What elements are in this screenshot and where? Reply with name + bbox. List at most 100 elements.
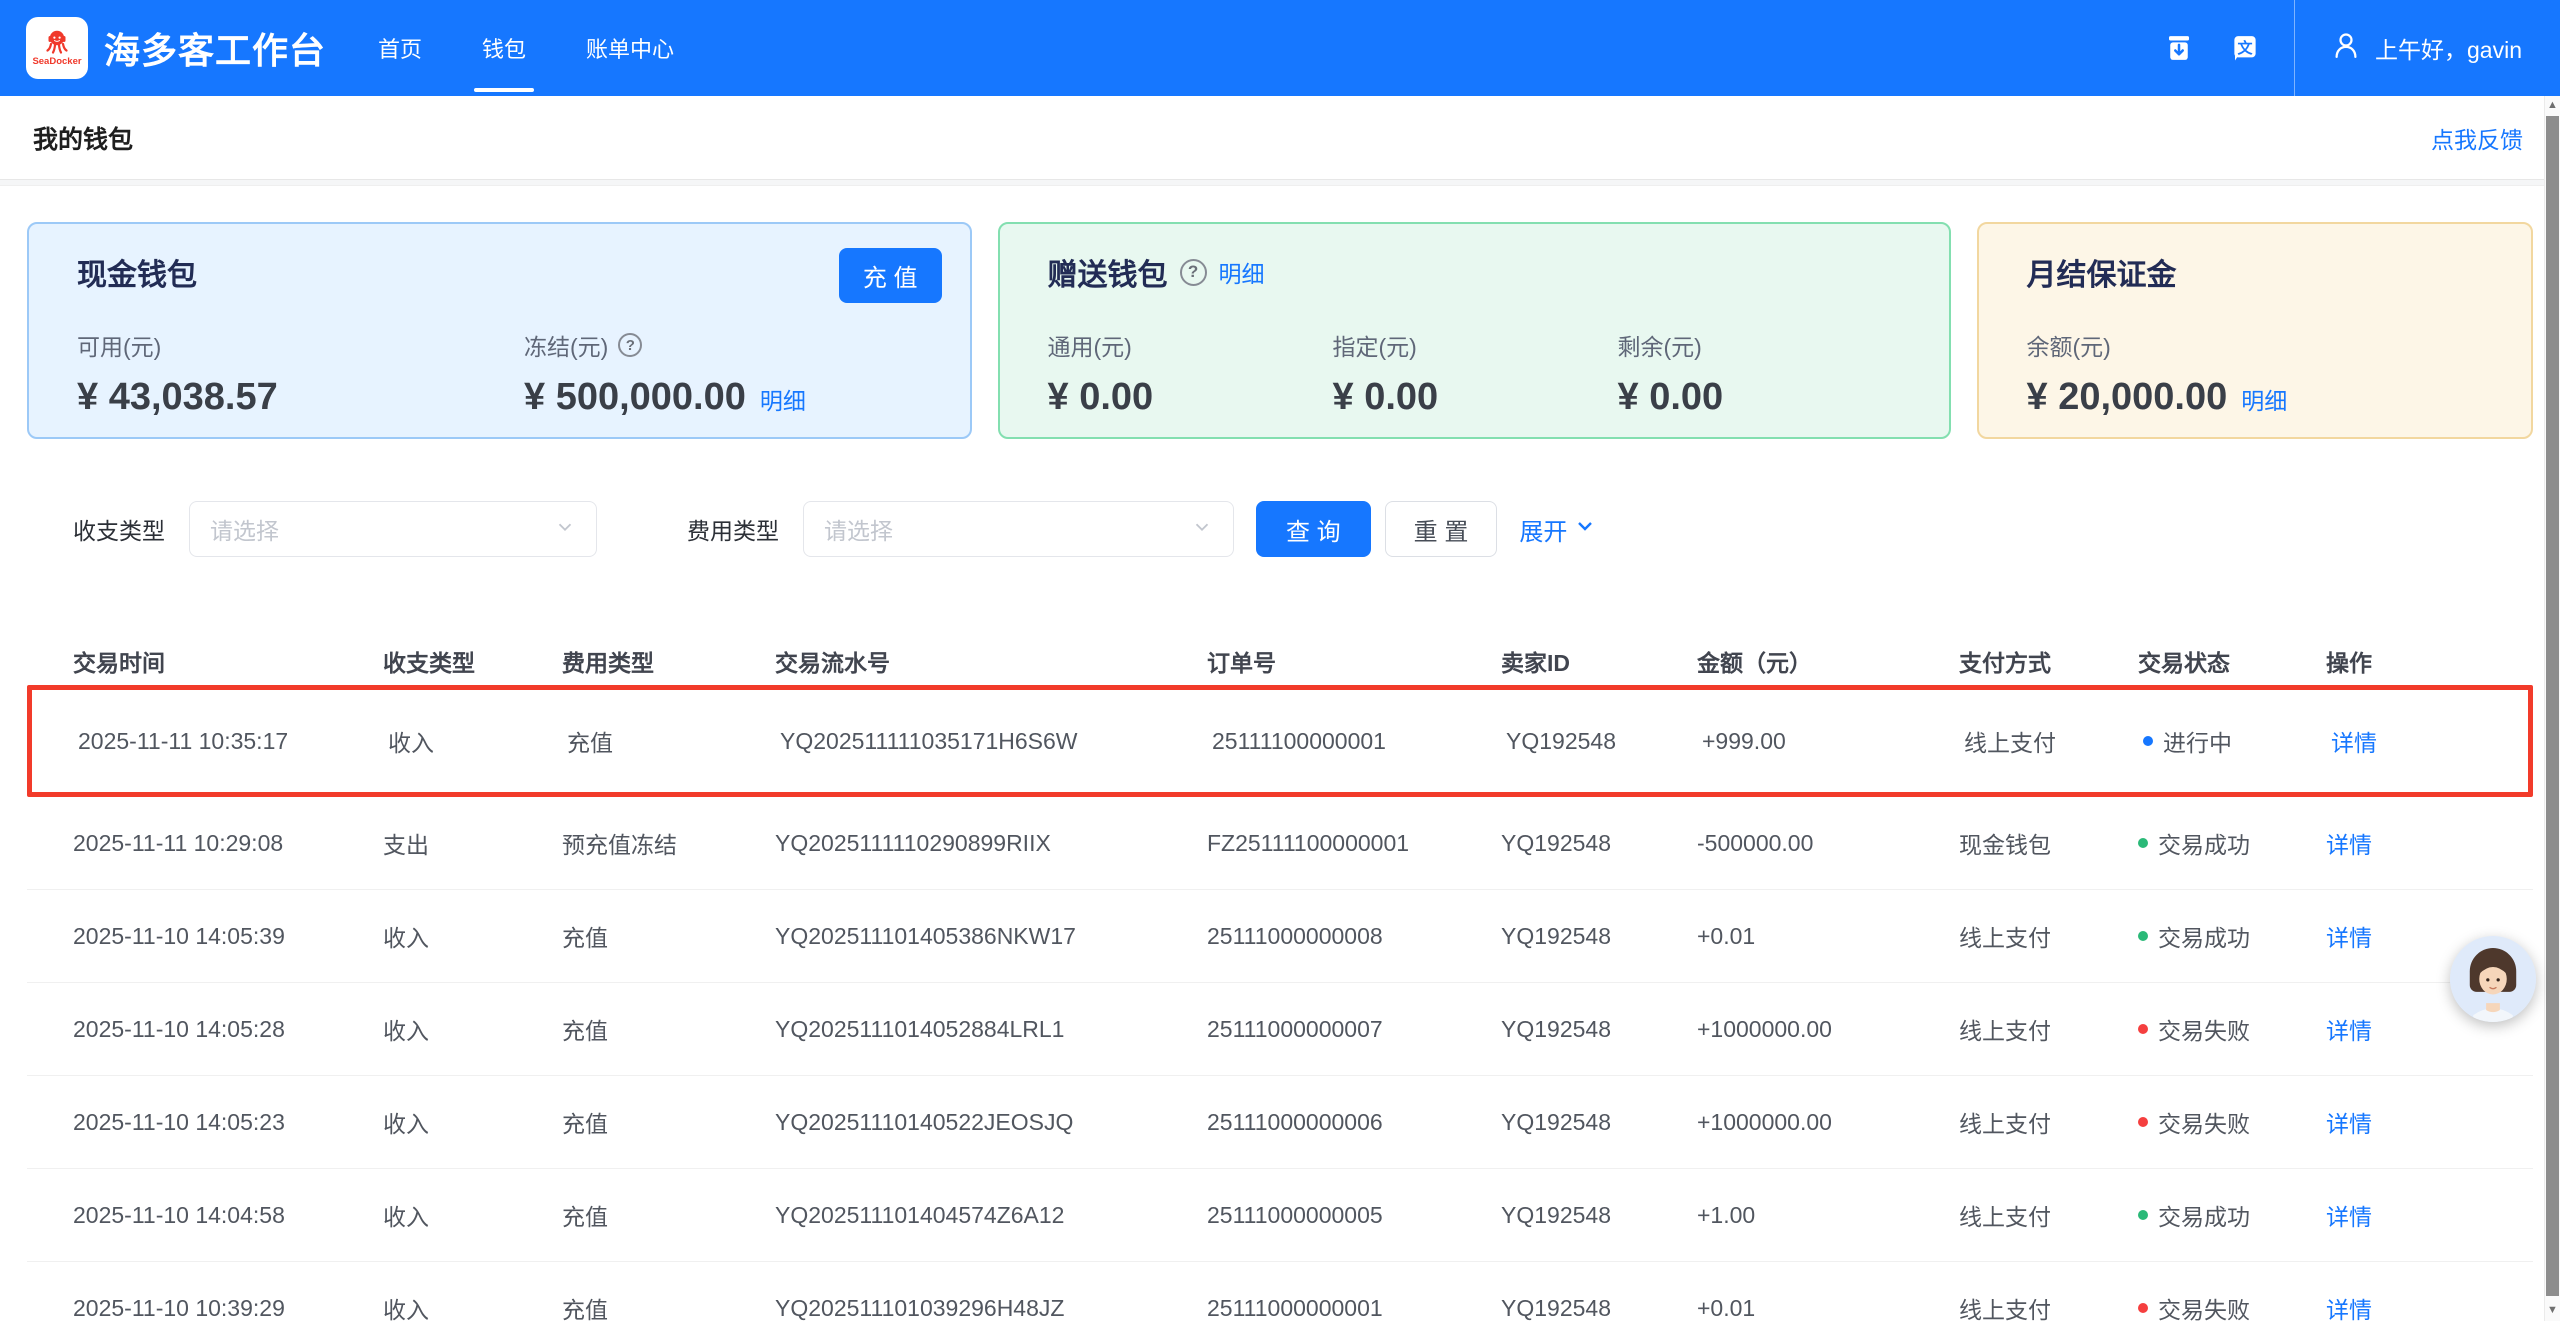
nav-item-billing-center[interactable]: 账单中心 xyxy=(586,0,674,96)
search-button[interactable]: 查 询 xyxy=(1256,501,1371,557)
col-transaction-time: 交易时间 xyxy=(73,644,383,678)
detail-link[interactable]: 详情 xyxy=(2326,1018,2372,1044)
fee-type-label: 费用类型 xyxy=(687,512,779,546)
cash-available-value: ¥ 43,038.57 xyxy=(77,376,278,419)
highlighted-row-outline: 2025-11-11 10:35:17收入充值YQ202511111035171… xyxy=(27,685,2533,797)
chevron-down-icon xyxy=(1191,516,1213,543)
gift-help-icon[interactable]: ? xyxy=(1180,259,1207,286)
main-nav: 首页 钱包 账单中心 xyxy=(378,0,674,96)
cell-io-type: 收入 xyxy=(383,1198,562,1232)
cell-amount: +1000000.00 xyxy=(1697,1109,1959,1136)
cell-fee-type: 充值 xyxy=(562,919,775,953)
detail-link[interactable]: 详情 xyxy=(2326,1204,2372,1230)
status-text: 交易失败 xyxy=(2158,1012,2250,1046)
seadocker-logo[interactable]: SeaDocker xyxy=(26,17,88,79)
detail-link[interactable]: 详情 xyxy=(2326,1297,2372,1321)
status-text: 交易失败 xyxy=(2158,1105,2250,1139)
cell-amount: +1000000.00 xyxy=(1697,1016,1959,1043)
cell-io-type: 收入 xyxy=(383,1291,562,1321)
cell-seller-id: YQ192548 xyxy=(1501,1109,1697,1136)
chevron-down-icon xyxy=(554,516,576,543)
detail-link[interactable]: 详情 xyxy=(2326,925,2372,951)
gift-detail-link[interactable]: 明细 xyxy=(1219,255,1265,289)
scrollbar-thumb[interactable] xyxy=(2546,116,2559,1296)
topbar-right-area: 文 上午好，gavin xyxy=(2162,0,2534,96)
user-icon xyxy=(2331,30,2361,66)
cell-flow-number: YQ20251110140522JEOSJQ xyxy=(775,1109,1207,1136)
detail-link[interactable]: 详情 xyxy=(2331,730,2377,756)
cell-flow-number: YQ202511101404574Z6A12 xyxy=(775,1202,1207,1229)
gift-wallet-title: 赠送钱包 xyxy=(1048,250,1168,294)
cell-fee-type: 充值 xyxy=(562,1198,775,1232)
cell-transaction-status: 进行中 xyxy=(2143,724,2331,758)
cell-order-number: 25111000000007 xyxy=(1207,1016,1501,1043)
gift-assigned-value: ¥ 0.00 xyxy=(1333,376,1439,419)
cell-fee-type: 预充值冻结 xyxy=(562,826,775,860)
cell-transaction-time: 2025-11-10 10:39:29 xyxy=(73,1295,383,1321)
nav-item-home[interactable]: 首页 xyxy=(378,0,422,96)
detail-link[interactable]: 详情 xyxy=(2326,1111,2372,1137)
app-title: 海多客工作台 xyxy=(104,22,326,74)
cell-order-number: 25111000000005 xyxy=(1207,1202,1501,1229)
scroll-down-arrow-icon[interactable]: ▼ xyxy=(2545,1301,2560,1319)
cell-seller-id: YQ192548 xyxy=(1506,728,1702,755)
cell-pay-method: 线上支付 xyxy=(1959,1105,2138,1139)
vertical-scrollbar: ▲ ▼ xyxy=(2544,96,2560,1321)
deposit-detail-link[interactable]: 明细 xyxy=(2241,382,2287,416)
status-dot-icon xyxy=(2138,1303,2148,1313)
col-actions: 操作 xyxy=(2326,644,2533,678)
cell-actions: 详情 xyxy=(2326,1105,2533,1139)
gift-general-label: 通用(元) xyxy=(1048,328,1132,362)
cell-amount: +0.01 xyxy=(1697,1295,1959,1321)
filter-row: 收支类型 请选择 费用类型 请选择 查 询 重 置 展开 xyxy=(27,501,2533,557)
feedback-link[interactable]: 点我反馈 xyxy=(2431,121,2523,155)
cell-flow-number: YQ202511111035171H6S6W xyxy=(780,728,1212,755)
cell-transaction-status: 交易成功 xyxy=(2138,826,2326,860)
cell-order-number: 25111000000008 xyxy=(1207,923,1501,950)
gift-assigned-label: 指定(元) xyxy=(1333,328,1417,362)
assistant-avatar[interactable] xyxy=(2450,936,2536,1022)
reset-button[interactable]: 重 置 xyxy=(1385,501,1498,557)
status-dot-icon xyxy=(2138,1210,2148,1220)
cell-fee-type: 充值 xyxy=(562,1291,775,1321)
cell-transaction-status: 交易失败 xyxy=(2138,1291,2326,1321)
cash-wallet-card: 现金钱包 充 值 可用(元) ¥ 43,038.57 冻结(元) ? ¥ xyxy=(27,222,972,439)
cell-pay-method: 线上支付 xyxy=(1959,1291,2138,1321)
user-menu[interactable]: 上午好，gavin xyxy=(2331,30,2534,66)
cell-flow-number: YQ202511101405386NKW17 xyxy=(775,923,1207,950)
cell-seller-id: YQ192548 xyxy=(1501,830,1697,857)
wallet-workbench-page: SeaDocker 海多客工作台 首页 钱包 账单中心 文 xyxy=(0,0,2560,1321)
cell-io-type: 收入 xyxy=(388,724,567,758)
status-dot-icon xyxy=(2143,736,2153,746)
cell-io-type: 收入 xyxy=(383,1105,562,1139)
frozen-detail-link[interactable]: 明细 xyxy=(760,382,806,416)
cell-fee-type: 充值 xyxy=(562,1105,775,1139)
gift-remaining-label: 剩余(元) xyxy=(1618,328,1702,362)
table-row: 2025-11-10 14:05:23收入充值YQ20251110140522J… xyxy=(27,1076,2533,1169)
recharge-button[interactable]: 充 值 xyxy=(839,248,942,303)
cell-actions: 详情 xyxy=(2326,1198,2533,1232)
detail-link[interactable]: 详情 xyxy=(2326,832,2372,858)
cash-frozen-value: ¥ 500,000.00 xyxy=(524,376,746,419)
cell-order-number: FZ25111100000001 xyxy=(1207,830,1501,857)
translate-icon[interactable]: 文 xyxy=(2228,31,2262,65)
cell-order-number: 25111100000001 xyxy=(1212,728,1506,755)
monthly-deposit-card: 月结保证金 余额(元) ¥ 20,000.00 明细 xyxy=(1977,222,2533,439)
frozen-help-icon[interactable]: ? xyxy=(618,333,642,357)
scroll-up-arrow-icon[interactable]: ▲ xyxy=(2545,96,2560,114)
income-type-select[interactable]: 请选择 xyxy=(189,501,597,557)
cell-pay-method: 线上支付 xyxy=(1959,1012,2138,1046)
cell-fee-type: 充值 xyxy=(562,1012,775,1046)
cell-transaction-status: 交易失败 xyxy=(2138,1012,2326,1046)
nav-item-wallet[interactable]: 钱包 xyxy=(482,0,526,96)
download-icon[interactable] xyxy=(2162,31,2196,65)
table-body: 2025-11-11 10:35:17收入充值YQ202511111035171… xyxy=(27,685,2533,1321)
income-type-label: 收支类型 xyxy=(73,512,165,546)
income-type-placeholder: 请选择 xyxy=(210,512,279,546)
col-pay-method: 支付方式 xyxy=(1959,644,2138,678)
expand-filters-link[interactable]: 展开 xyxy=(1519,512,1597,547)
cell-pay-method: 线上支付 xyxy=(1964,724,2143,758)
table-row: 2025-11-11 10:29:08支出预充值冻结YQ202511111029… xyxy=(27,797,2533,890)
fee-type-select[interactable]: 请选择 xyxy=(803,501,1234,557)
cell-flow-number: YQ2025111014052884LRL1 xyxy=(775,1016,1207,1043)
